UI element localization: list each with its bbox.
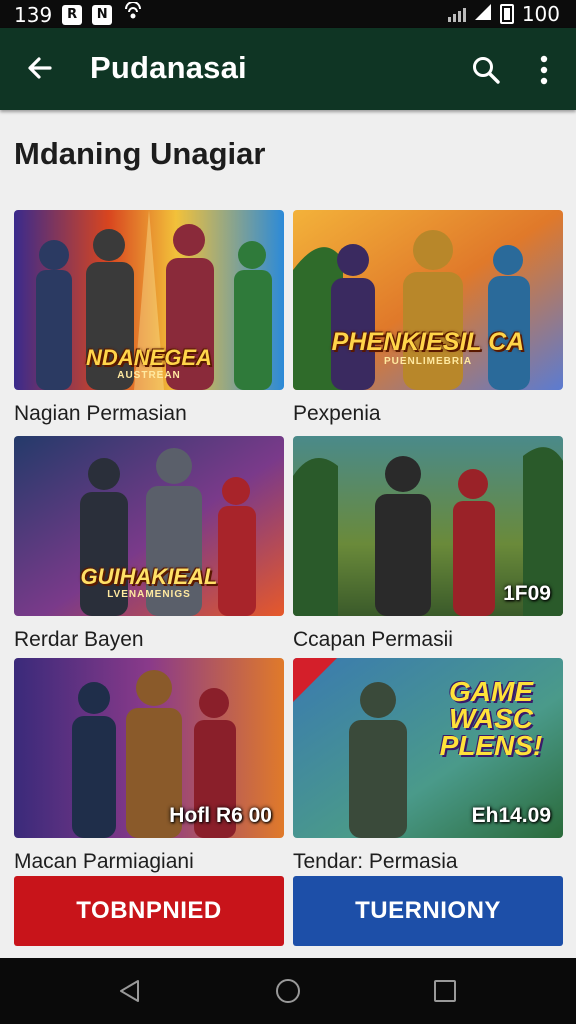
- game-thumbnail: Hofl R6 00: [14, 658, 284, 838]
- game-thumbnail: NDANEGEA AUSTREAN: [14, 210, 284, 390]
- game-card[interactable]: NDANEGEA AUSTREAN Nagian Permasian: [14, 210, 284, 426]
- nav-recents-button[interactable]: [428, 974, 462, 1008]
- signal-bars-icon: [447, 6, 466, 22]
- app-bar: Pudanasai: [0, 28, 576, 110]
- game-title: Pexpenia: [293, 402, 381, 425]
- secondary-action-button[interactable]: TUERNIONY: [293, 876, 563, 946]
- game-time-badge: Eh14.09: [471, 804, 551, 827]
- game-time-badge: Hofl R6 00: [169, 804, 272, 827]
- game-thumbnail: 1F09: [293, 436, 563, 616]
- game-logo-subtext: AUSTREAN: [117, 370, 181, 381]
- nav-home-icon: [276, 979, 300, 1003]
- nav-recents-icon: [434, 980, 456, 1002]
- game-card[interactable]: GUIHAKIEAL LVENAMENIGS Rerdar Bayen: [14, 436, 284, 652]
- search-button[interactable]: [466, 50, 506, 90]
- game-thumbnail: PHENKIESIL CA PUENLIMEBRIA: [293, 210, 563, 390]
- game-card[interactable]: 1F09 Ccapan Permasii: [293, 436, 563, 652]
- game-card[interactable]: PHENKIESIL CA PUENLIMEBRIA Pexpenia: [293, 210, 563, 426]
- primary-action-button[interactable]: TOBNPNIED: [14, 876, 284, 946]
- game-logo-subtext: LVENAMENIGS: [107, 589, 191, 600]
- back-button[interactable]: [20, 48, 60, 88]
- nav-home-button[interactable]: [271, 974, 305, 1008]
- battery-level: 100: [521, 2, 560, 26]
- game-logo-text: PHENKIESIL CA: [331, 328, 525, 356]
- game-time-badge: 1F09: [503, 582, 551, 605]
- signal-icon: [474, 2, 492, 26]
- more-options-button[interactable]: [526, 50, 562, 90]
- nav-back-button[interactable]: [113, 974, 147, 1008]
- notification-bell-icon: [122, 1, 144, 27]
- notification-app-icon: R: [62, 4, 83, 25]
- app-title: Pudanasai: [90, 50, 247, 85]
- game-title: Ccapan Permasii: [293, 628, 453, 651]
- game-thumbnail: GUIHAKIEAL LVENAMENIGS: [14, 436, 284, 616]
- battery-icon: [499, 4, 514, 24]
- game-thumbnail: GAME WASC PLENS! Eh14.09: [293, 658, 563, 838]
- search-icon: [473, 57, 500, 84]
- notification-news-icon: N: [92, 4, 113, 25]
- game-title: Nagian Permasian: [14, 402, 187, 425]
- game-logo-text: NDANEGEA: [86, 345, 212, 370]
- game-title: Macan Parmiagiani: [14, 850, 194, 873]
- more-vert-icon: [540, 55, 548, 85]
- arrow-back-icon: [28, 57, 52, 79]
- game-logo-text: GAME WASC PLENS!: [439, 676, 543, 761]
- section-title: Mdaning Unagiar: [14, 136, 266, 171]
- nav-back-icon: [120, 980, 139, 1002]
- game-title: Tendar: Permasia: [293, 850, 458, 873]
- game-logo-subtext: PUENLIMEBRIA: [383, 356, 473, 367]
- game-logo-text: GUIHAKIEAL: [80, 564, 218, 589]
- system-nav-bar: [0, 958, 576, 1024]
- game-title: Rerdar Bayen: [14, 628, 144, 651]
- game-card[interactable]: GAME WASC PLENS! Eh14.09 Tendar: Permasi…: [293, 658, 563, 874]
- status-time: 139: [14, 2, 53, 27]
- game-card[interactable]: Hofl R6 00 Macan Parmiagiani: [14, 658, 284, 874]
- status-bar: 139 R N 100: [0, 0, 576, 28]
